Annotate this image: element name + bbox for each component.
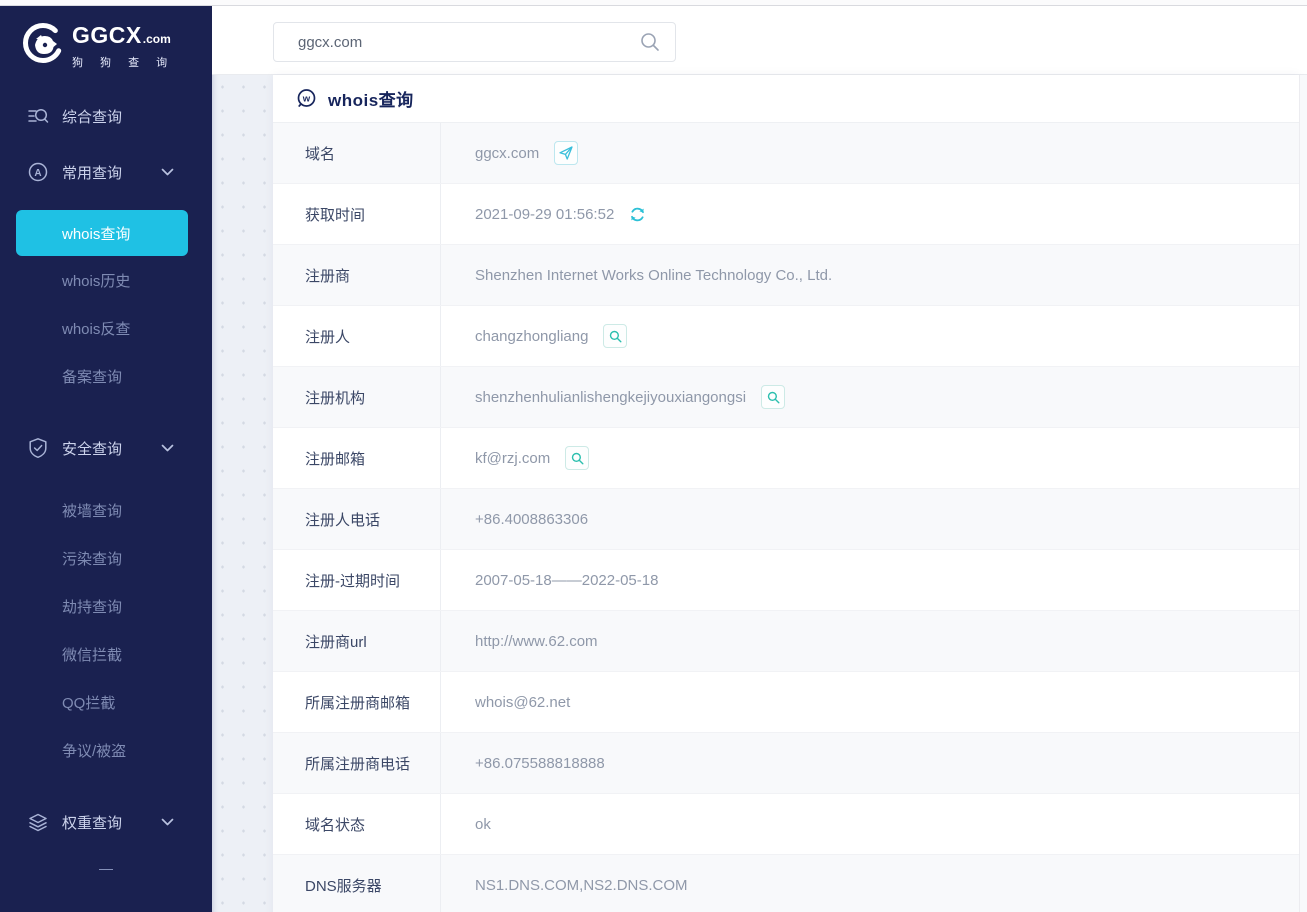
row-label: DNS服务器 xyxy=(273,855,441,912)
top-strip xyxy=(0,0,1307,6)
sidebar-section: 安全查询 被墙查询 污染查询 劫持查询 微信拦截 QQ拦截 争议/被盗 xyxy=(0,428,212,774)
work-area: w whois查询 域名 ggcx.com 获取时间 2021-09-29 01… xyxy=(212,75,1307,912)
row-label: 注册-过期时间 xyxy=(273,550,441,610)
sidebar: GGCX .com 狗 狗 查 询 综合查询 A 常用查询 whois查询 wh… xyxy=(0,6,212,912)
sidebar-section-header[interactable]: 权重查询 xyxy=(0,802,212,842)
row-value: NS1.DNS.COM,NS2.DNS.COM xyxy=(475,876,688,894)
row-label: 注册人 xyxy=(273,306,441,366)
row-value: 2021-09-29 01:56:52 xyxy=(475,205,615,223)
row-label: 注册商url xyxy=(273,611,441,671)
page: GGCX .com 狗 狗 查 询 综合查询 A 常用查询 whois查询 wh… xyxy=(0,0,1307,912)
row-value: http://www.62.com xyxy=(475,632,598,650)
send-icon[interactable] xyxy=(554,141,579,165)
row-value: changzhongliang xyxy=(475,327,589,345)
table-row: 获取时间 2021-09-29 01:56:52 xyxy=(273,184,1299,245)
search-lines-icon xyxy=(27,105,49,127)
row-value: +86.075588818888 xyxy=(475,754,605,772)
sidebar-footer-dash: — xyxy=(99,860,113,876)
row-value: ggcx.com xyxy=(475,144,540,162)
table-row: 域名状态 ok xyxy=(273,794,1299,855)
brand-suffix: .com xyxy=(142,32,171,46)
search-input[interactable] xyxy=(298,33,639,51)
search-action-icon[interactable] xyxy=(565,446,590,470)
search-box xyxy=(273,22,676,62)
row-label: 域名 xyxy=(273,123,441,183)
row-label: 注册邮箱 xyxy=(273,428,441,488)
table-row: 注册商url http://www.62.com xyxy=(273,611,1299,672)
chevron-down-icon xyxy=(161,168,174,177)
row-label: 域名状态 xyxy=(273,794,441,854)
row-value: ok xyxy=(475,815,491,833)
table-row: 注册机构 shenzhenhulianlishengkejiyouxiangon… xyxy=(273,367,1299,428)
logo[interactable]: GGCX .com 狗 狗 查 询 xyxy=(0,6,212,70)
row-value: Shenzhen Internet Works Online Technolog… xyxy=(475,266,833,284)
refresh-icon[interactable] xyxy=(629,206,646,223)
whois-title-icon: w xyxy=(296,88,317,109)
chevron-down-icon xyxy=(161,444,174,453)
shield-check-icon xyxy=(27,437,49,459)
sidebar-item[interactable]: 污染查询 xyxy=(0,534,212,582)
content: w whois查询 域名 ggcx.com 获取时间 2021-09-29 01… xyxy=(212,6,1307,912)
page-title: whois查询 xyxy=(328,91,414,110)
row-label: 获取时间 xyxy=(273,184,441,244)
row-label: 所属注册商电话 xyxy=(273,733,441,793)
sidebar-item[interactable]: whois查询 xyxy=(16,210,188,256)
sidebar-item[interactable]: 备案查询 xyxy=(0,352,212,400)
sidebar-section: 权重查询 xyxy=(0,802,212,842)
sidebar-nav: 综合查询 A 常用查询 whois查询 whois历史 whois反查 备案查询 xyxy=(0,96,212,842)
row-value: kf@rzj.com xyxy=(475,449,551,467)
sidebar-item[interactable]: 争议/被盗 xyxy=(0,726,212,774)
layers-icon xyxy=(27,811,49,833)
sidebar-section-header[interactable]: A 常用查询 xyxy=(0,152,212,192)
row-value: shenzhenhulianlishengkejiyouxiangongsi xyxy=(475,388,747,406)
row-value: +86.4008863306 xyxy=(475,510,589,528)
row-value: 2007-05-18——2022-05-18 xyxy=(475,571,659,589)
sidebar-item[interactable]: 微信拦截 xyxy=(0,630,212,678)
circle-a-icon: A xyxy=(27,161,49,183)
sidebar-section-header[interactable]: 安全查询 xyxy=(0,428,212,468)
sidebar-item[interactable]: 劫持查询 xyxy=(0,582,212,630)
dog-logo-icon xyxy=(22,22,64,69)
sidebar-item[interactable]: whois历史 xyxy=(0,256,212,304)
table-row: DNS服务器 NS1.DNS.COM,NS2.DNS.COM xyxy=(273,855,1299,912)
table-row: 域名 ggcx.com xyxy=(273,123,1299,184)
search-action-icon[interactable] xyxy=(761,385,786,409)
row-label: 注册商 xyxy=(273,245,441,305)
whois-table: 域名 ggcx.com 获取时间 2021-09-29 01:56:52 注册商… xyxy=(273,123,1299,912)
table-row: 注册-过期时间 2007-05-18——2022-05-18 xyxy=(273,550,1299,611)
sidebar-item[interactable]: QQ拦截 xyxy=(0,678,212,726)
topbar xyxy=(212,6,1307,75)
row-label: 注册机构 xyxy=(273,367,441,427)
brand-name: GGCX xyxy=(72,22,142,48)
row-label: 注册人电话 xyxy=(273,489,441,549)
table-row: 所属注册商邮箱 whois@62.net xyxy=(273,672,1299,733)
table-row: 注册人 changzhongliang xyxy=(273,306,1299,367)
search-action-icon[interactable] xyxy=(603,324,628,348)
svg-text:w: w xyxy=(302,93,311,104)
sidebar-section: 综合查询 xyxy=(0,96,212,136)
sidebar-section: A 常用查询 whois查询 whois历史 whois反查 备案查询 xyxy=(0,152,212,400)
row-label: 所属注册商邮箱 xyxy=(273,672,441,732)
table-row: 注册邮箱 kf@rzj.com xyxy=(273,428,1299,489)
chevron-down-icon xyxy=(161,818,174,827)
row-value: whois@62.net xyxy=(475,693,571,711)
table-row: 所属注册商电话 +86.075588818888 xyxy=(273,733,1299,794)
card-title-bar: w whois查询 xyxy=(273,75,1299,123)
svg-text:A: A xyxy=(34,168,41,179)
sidebar-section-header[interactable]: 综合查询 xyxy=(0,96,212,136)
brand-subtitle: 狗 狗 查 询 xyxy=(72,57,175,69)
scrollbar[interactable] xyxy=(1299,75,1307,912)
sidebar-item[interactable]: 被墙查询 xyxy=(0,486,212,534)
table-row: 注册商 Shenzhen Internet Works Online Techn… xyxy=(273,245,1299,306)
sidebar-item[interactable]: whois反查 xyxy=(0,304,212,352)
whois-card: w whois查询 域名 ggcx.com 获取时间 2021-09-29 01… xyxy=(273,75,1299,912)
table-row: 注册人电话 +86.4008863306 xyxy=(273,489,1299,550)
search-icon[interactable] xyxy=(639,31,661,53)
